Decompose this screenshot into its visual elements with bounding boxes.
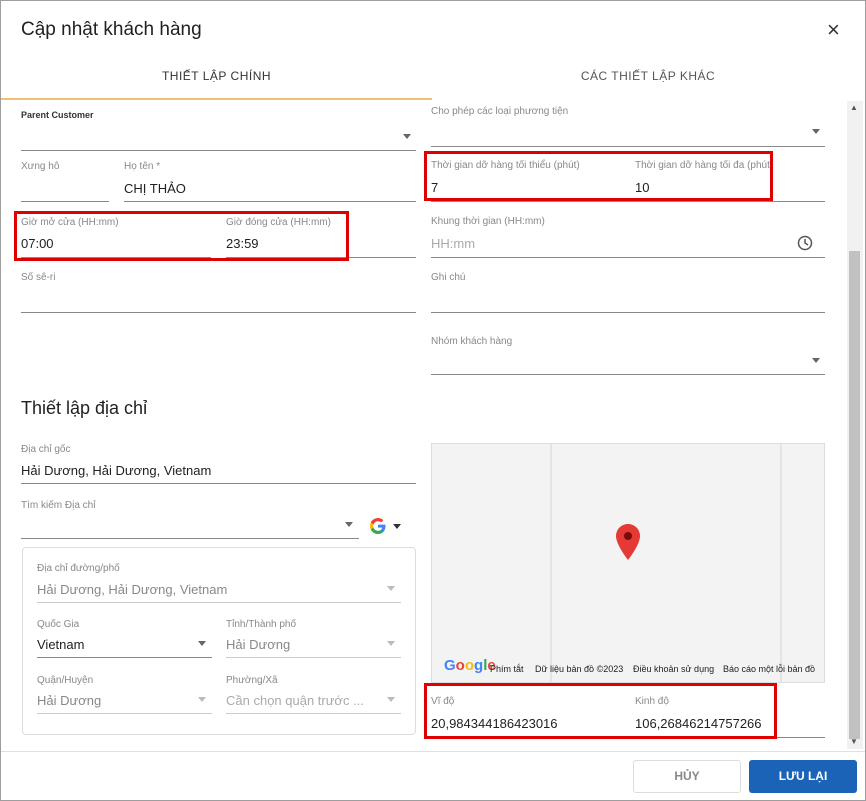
district-label: Quận/Huyện	[37, 675, 94, 686]
country-select[interactable]: Vietnam	[37, 637, 84, 652]
active-tab-indicator	[1, 98, 432, 100]
vehicles-label: Cho phép các loại phương tiện	[431, 106, 569, 117]
fullname-underline	[124, 201, 416, 202]
cancel-button[interactable]: HỦY	[633, 760, 741, 793]
country-label: Quốc Gia	[37, 619, 80, 630]
chevron-down-icon[interactable]	[345, 522, 353, 527]
note-label: Ghi chú	[431, 272, 466, 283]
google-logo: Google	[444, 657, 496, 674]
ward-underline	[226, 713, 401, 714]
map-road	[780, 444, 782, 682]
fullname-label: Họ tên *	[124, 161, 161, 172]
province-underline	[226, 657, 401, 658]
time-window-label: Khung thời gian (HH:mm)	[431, 216, 545, 227]
fullname-input[interactable]: CHỊ THẢO	[124, 181, 186, 196]
map-data-text: Dữ liệu bản đồ ©2023	[535, 664, 624, 674]
map-terms-link[interactable]: Điều khoản sử dụng	[633, 664, 714, 674]
customer-update-dialog: Cập nhật khách hàng × THIẾT LẬP CHÍNH CÁ…	[0, 0, 866, 801]
tab-main-settings[interactable]: THIẾT LẬP CHÍNH	[1, 69, 432, 83]
street-input[interactable]: Hải Dương, Hải Dương, Vietnam	[37, 582, 227, 597]
scroll-up-icon[interactable]: ▲	[850, 103, 858, 112]
district-underline	[37, 713, 212, 714]
footer-divider	[1, 751, 865, 752]
street-underline	[37, 602, 401, 603]
map-view[interactable]: Google Phím tắt Dữ liệu bản đồ ©2023 Điề…	[431, 443, 825, 683]
scrollbar-thumb[interactable]	[849, 251, 860, 739]
origin-address-label: Địa chỉ gốc	[21, 444, 71, 455]
chevron-down-icon[interactable]	[387, 586, 395, 591]
note-input[interactable]	[431, 312, 825, 313]
chevron-down-icon[interactable]	[387, 697, 395, 702]
time-window-underline	[431, 257, 825, 258]
google-provider-icon[interactable]	[368, 516, 388, 536]
province-select[interactable]: Hải Dương	[226, 637, 290, 652]
chevron-down-icon[interactable]	[812, 129, 820, 134]
chevron-down-icon[interactable]	[198, 641, 206, 646]
serial-input[interactable]	[21, 312, 416, 313]
chevron-down-icon[interactable]	[198, 697, 206, 702]
district-select[interactable]: Hải Dương	[37, 693, 101, 708]
chevron-down-icon[interactable]	[387, 641, 395, 646]
highlight-box-hours	[14, 211, 349, 261]
ward-label: Phường/Xã	[226, 675, 278, 686]
salutation-input[interactable]	[21, 201, 109, 202]
unload-underline	[431, 201, 825, 202]
province-label: Tỉnh/Thành phố	[226, 619, 297, 630]
street-label: Địa chỉ đường/phố	[37, 563, 120, 574]
serial-label: Số sê-ri	[21, 272, 56, 283]
clock-icon[interactable]	[797, 235, 813, 251]
save-button[interactable]: LƯU LẠI	[749, 760, 857, 793]
scrollbar[interactable]: ▲ ▼	[847, 101, 863, 749]
origin-address-underline	[21, 483, 416, 484]
tab-other-settings[interactable]: CÁC THIẾT LẬP KHÁC	[432, 69, 864, 83]
highlight-box-coords	[424, 683, 777, 739]
address-section-title: Thiết lập địa chỉ	[21, 398, 148, 418]
dialog-title: Cập nhật khách hàng	[21, 19, 202, 40]
vehicles-select[interactable]	[431, 146, 825, 147]
customer-group-label: Nhóm khách hàng	[431, 336, 513, 347]
map-pin-icon[interactable]	[616, 524, 640, 560]
highlight-box-unload	[424, 151, 773, 201]
map-report-link[interactable]: Báo cáo một lỗi bản đồ	[723, 664, 815, 674]
search-address-label: Tìm kiếm Địa chỉ	[21, 500, 96, 511]
close-icon[interactable]: ×	[827, 19, 840, 41]
country-underline	[37, 657, 212, 658]
scroll-down-icon[interactable]: ▼	[850, 737, 858, 746]
customer-group-select[interactable]	[431, 374, 825, 375]
chevron-down-icon[interactable]	[812, 358, 820, 363]
chevron-down-icon[interactable]	[393, 524, 401, 529]
parent-customer-select[interactable]	[21, 150, 416, 151]
parent-customer-label: Parent Customer	[21, 110, 94, 120]
search-address-input[interactable]	[21, 538, 359, 539]
ward-select[interactable]: Cần chọn quận trước ...	[226, 693, 364, 708]
origin-address-input[interactable]: Hải Dương, Hải Dương, Vietnam	[21, 463, 211, 478]
salutation-label: Xưng hô	[21, 161, 60, 172]
map-road	[550, 444, 552, 682]
time-window-input[interactable]: HH:mm	[431, 236, 475, 251]
chevron-down-icon[interactable]	[403, 134, 411, 139]
map-shortcuts-link[interactable]: Phím tắt	[490, 664, 524, 674]
